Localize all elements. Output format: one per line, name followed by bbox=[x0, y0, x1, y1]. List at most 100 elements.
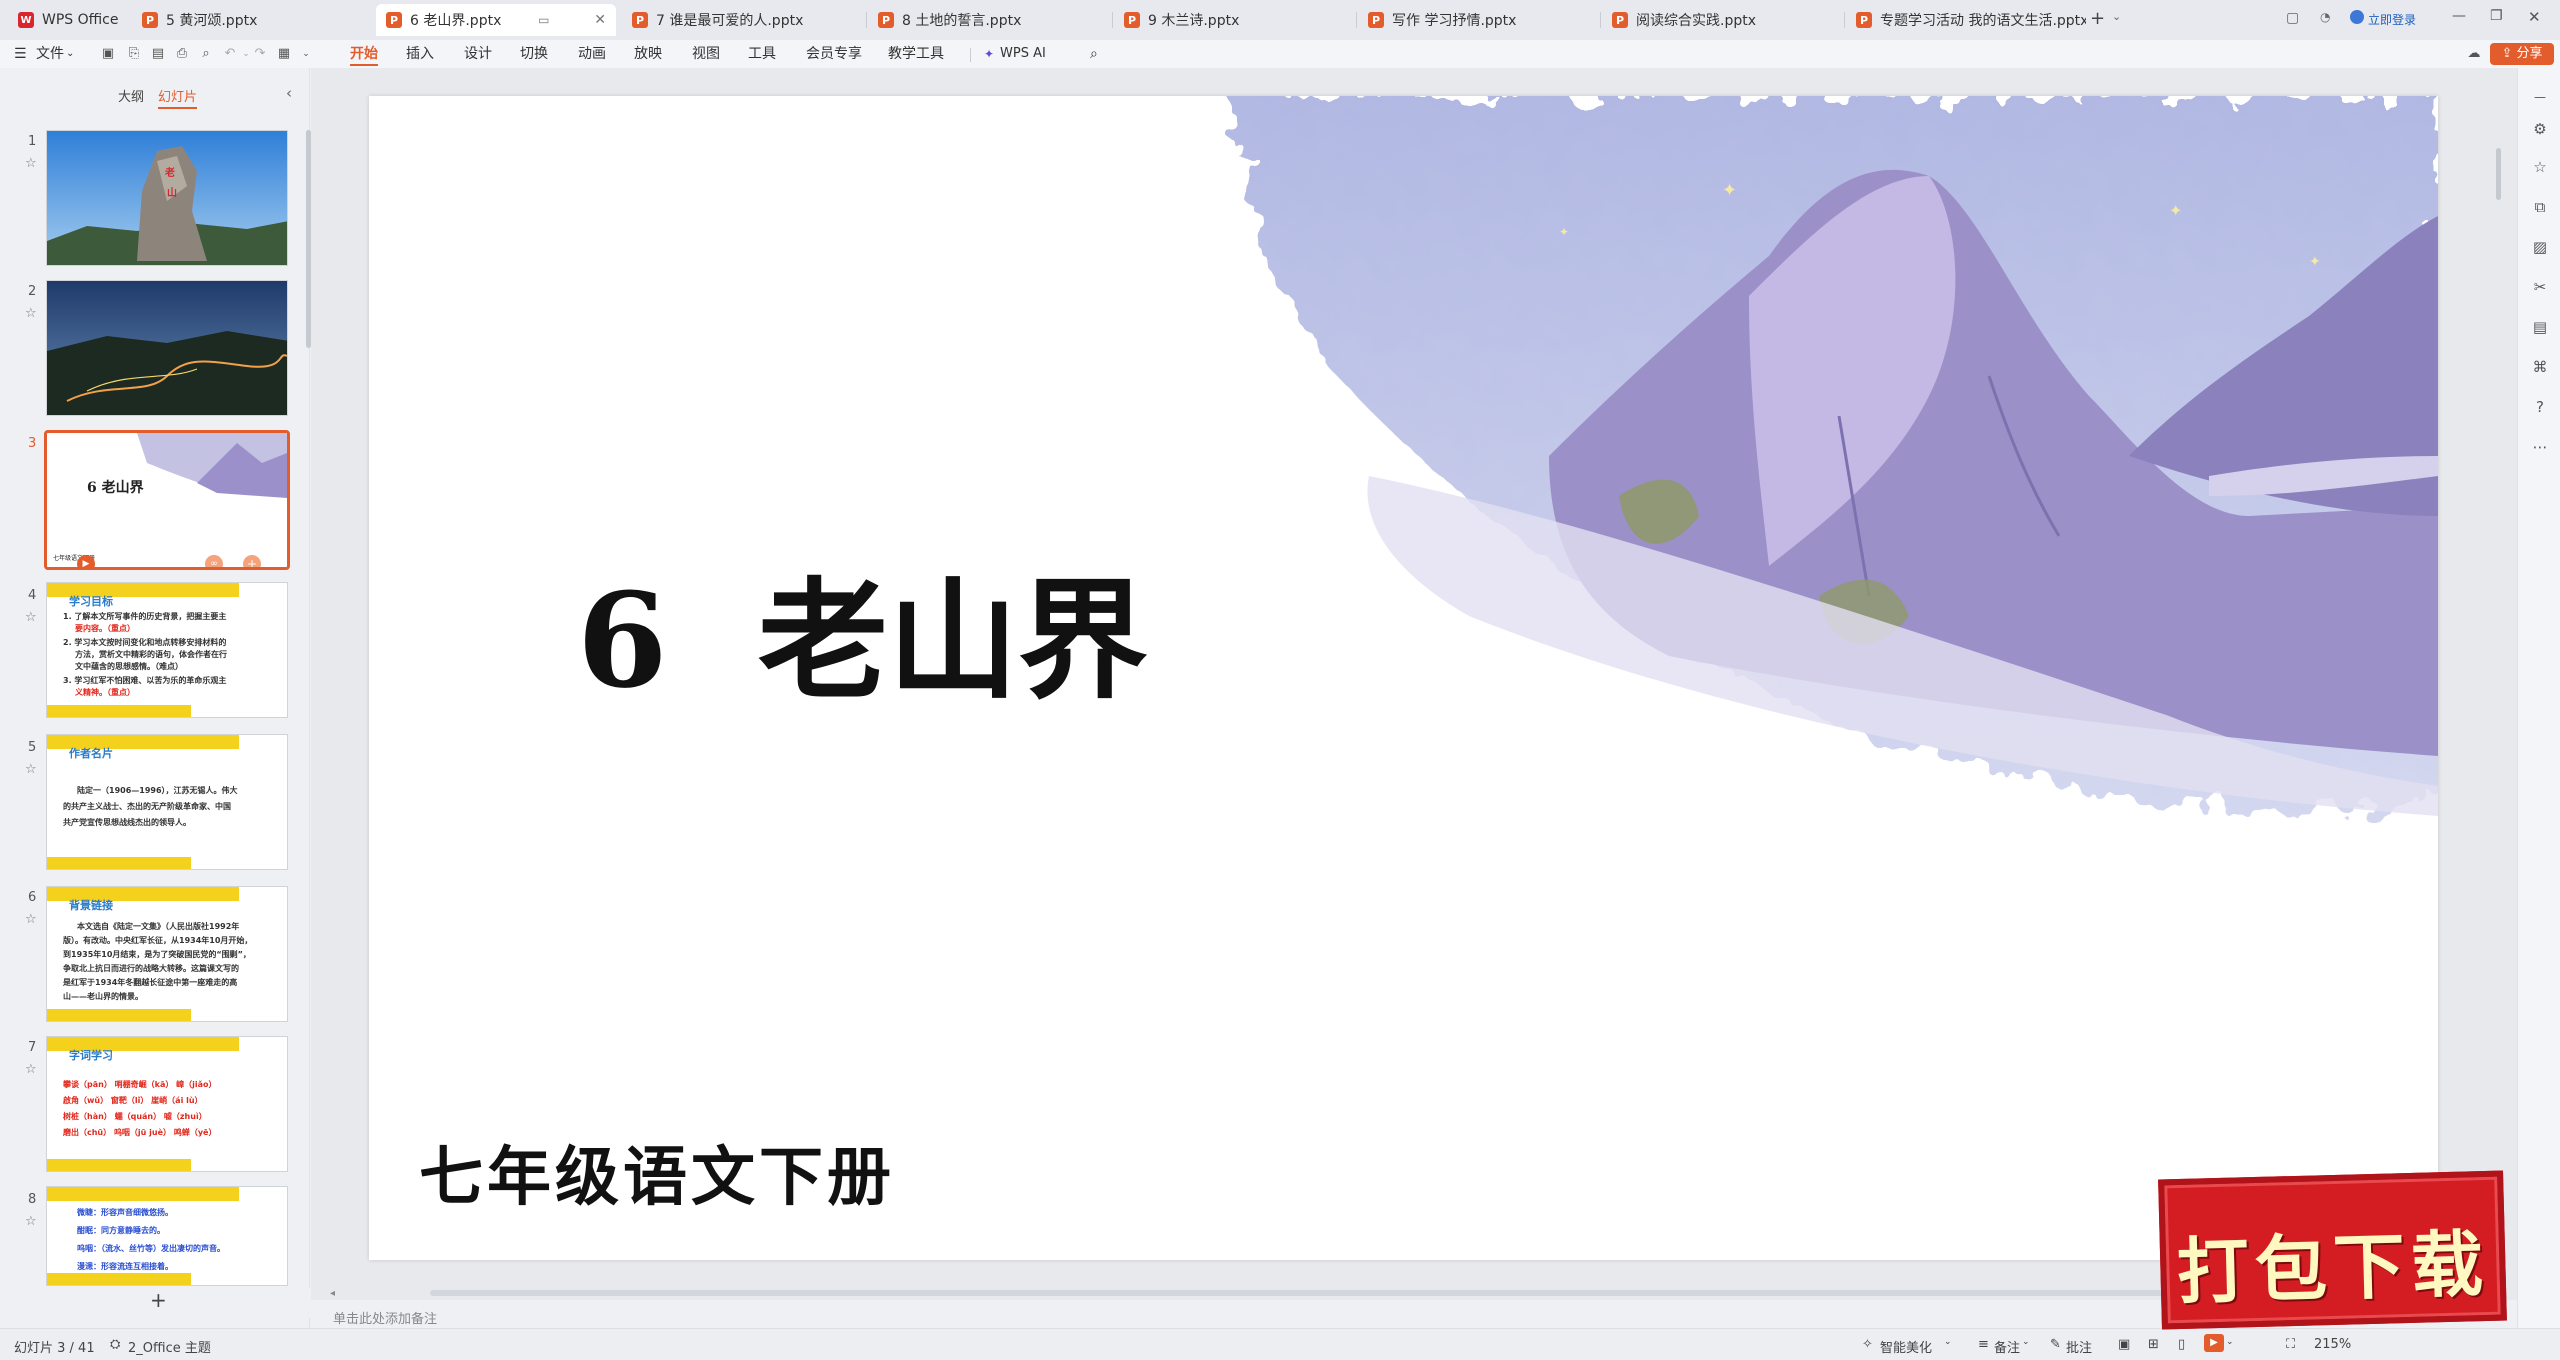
slideshow-chevron-icon[interactable]: ⌄ bbox=[2226, 1337, 2234, 1347]
notes-placeholder[interactable]: 单击此处添加备注 bbox=[333, 1308, 437, 1327]
file-menu[interactable]: 文件 bbox=[36, 40, 64, 68]
format-icon[interactable]: ⌘ bbox=[2531, 358, 2549, 376]
tab-document[interactable]: P 5 黄河颂.pptx bbox=[132, 4, 372, 36]
wps-ai-button[interactable]: WPS AI bbox=[1000, 40, 1046, 68]
tab-slides[interactable]: 幻灯片 bbox=[158, 86, 198, 109]
star-icon[interactable]: ☆ bbox=[25, 1062, 37, 1077]
tab-design[interactable]: 设计 bbox=[464, 40, 492, 68]
zoom-level[interactable]: 215% bbox=[2314, 1337, 2351, 1352]
canvas-horizontal-scrollbar[interactable] bbox=[430, 1290, 2230, 1296]
tab-insert[interactable]: 插入 bbox=[406, 40, 434, 68]
favorite-icon[interactable]: ☆ bbox=[2531, 158, 2549, 176]
user-avatar-icon[interactable] bbox=[2350, 10, 2364, 24]
undo-icon[interactable]: ↶ bbox=[222, 46, 238, 62]
window-mode-icon[interactable]: ▢ bbox=[2286, 10, 2299, 26]
canvas-vertical-scrollbar[interactable] bbox=[2496, 148, 2501, 200]
tab-document[interactable]: P 9 木兰诗.pptx bbox=[1114, 4, 1354, 36]
restore-icon[interactable]: ❐ bbox=[2490, 8, 2503, 24]
tab-member[interactable]: 会员专享 bbox=[806, 40, 862, 68]
tab-document[interactable]: P 8 土地的誓言.pptx bbox=[868, 4, 1108, 36]
slide-thumbnail-8[interactable]: 微睫：形容声音细微悠扬。 酣眠：同方意静睡去的。 呜咽：（流水、丝竹等）发出凄切… bbox=[46, 1186, 288, 1286]
notes-button[interactable]: 备注 bbox=[1994, 1337, 2020, 1356]
new-tab-icon[interactable]: + bbox=[2090, 8, 2105, 29]
fit-window-icon[interactable]: ⛶ bbox=[2286, 1337, 2295, 1352]
tab-document[interactable]: P 专题学习活动 我的语文生活.pptx bbox=[1846, 4, 2086, 36]
tab-tools[interactable]: 工具 bbox=[748, 40, 776, 68]
add-slide-button[interactable]: + bbox=[150, 1288, 167, 1312]
ppt-file-icon: P bbox=[1368, 12, 1384, 28]
grid-view-icon[interactable]: ⊞ bbox=[2148, 1337, 2159, 1352]
copy-icon[interactable]: ⧉ bbox=[2531, 198, 2549, 216]
tab-outline[interactable]: 大纲 bbox=[118, 86, 144, 105]
properties-icon[interactable]: ⚙ bbox=[2531, 120, 2549, 138]
slideshow-play-icon[interactable]: ▶ bbox=[2204, 1334, 2224, 1352]
play-icon[interactable]: ▶ bbox=[77, 555, 95, 567]
slide-thumbnail-6[interactable]: 背景链接 本文选自《陆定一文集》（人民出版社1992年 版）。有改动。中央红军长… bbox=[46, 886, 288, 1022]
reading-view-icon[interactable]: ▯ bbox=[2178, 1337, 2185, 1352]
export-icon[interactable]: ▤ bbox=[150, 46, 166, 62]
tab-transitions[interactable]: 切换 bbox=[520, 40, 548, 68]
slide-thumbnail-1[interactable]: 老 山 bbox=[46, 130, 288, 266]
star-icon[interactable]: ☆ bbox=[25, 762, 37, 777]
normal-view-icon[interactable]: ▣ bbox=[2118, 1337, 2130, 1352]
tab-document[interactable]: P 写作 学习抒情.pptx bbox=[1358, 4, 1598, 36]
notes-chevron-icon[interactable]: ⌄ bbox=[2022, 1337, 2030, 1347]
star-icon[interactable]: ☆ bbox=[25, 610, 37, 625]
minimize-icon[interactable]: — bbox=[2452, 8, 2466, 24]
search-icon[interactable]: ⌕ bbox=[1090, 40, 1098, 68]
slide-editor[interactable]: ✦ ✦ ✦ ✦ 6 老山界 七年级语文下册 bbox=[369, 96, 2438, 1260]
print-icon[interactable]: ⎙ bbox=[174, 46, 190, 62]
add-slide-icon[interactable]: + bbox=[243, 555, 261, 567]
theme-name[interactable]: 2_Office 主题 bbox=[128, 1337, 211, 1356]
cloud-icon[interactable]: ☁ bbox=[2466, 46, 2482, 62]
tab-animations[interactable]: 动画 bbox=[578, 40, 606, 68]
tab-document[interactable]: P 7 谁是最可爱的人.pptx bbox=[622, 4, 862, 36]
scroll-left-arrow-icon[interactable]: ◂ bbox=[330, 1288, 335, 1299]
slide-thumbnail-2[interactable] bbox=[46, 280, 288, 416]
share-button[interactable]: ⇪ 分享 bbox=[2490, 43, 2554, 65]
close-window-icon[interactable]: ✕ bbox=[2528, 8, 2541, 26]
tab-document-active[interactable]: P 6 老山界.pptx ▭ ✕ bbox=[376, 4, 616, 36]
smart-beautify-button[interactable]: 智能美化 bbox=[1880, 1337, 1932, 1356]
login-link[interactable]: 立即登录 bbox=[2368, 11, 2416, 28]
file-chevron-icon[interactable]: ⌄ bbox=[66, 40, 74, 68]
slide-thumbnail-5[interactable]: 作者名片 陆定一（1906—1996），江苏无锡人。伟大 的共产主义战士、杰出的… bbox=[46, 734, 288, 870]
star-icon[interactable]: ☆ bbox=[25, 156, 37, 171]
tab-slideshow[interactable]: 放映 bbox=[634, 40, 662, 68]
format-painter-icon[interactable]: ▦ bbox=[276, 46, 292, 62]
tab-list-chevron-icon[interactable]: ⌄ bbox=[2112, 10, 2121, 23]
collapse-icon[interactable]: — bbox=[2531, 88, 2549, 106]
slide-thumbnail-7[interactable]: 字词学习 攀谈（pān） 哨棚奇崛（kā） 嶂（jiǎo） 啟角（wǔ） 窗靶（… bbox=[46, 1036, 288, 1172]
window-icon[interactable]: ▭ bbox=[538, 13, 549, 27]
slide-subtitle[interactable]: 七年级语文下册 bbox=[419, 1126, 895, 1218]
star-icon[interactable]: ☆ bbox=[25, 1214, 37, 1229]
slide-title[interactable]: 6 老山界 bbox=[577, 536, 1148, 724]
tab-view[interactable]: 视图 bbox=[692, 40, 720, 68]
layers-icon[interactable]: ▨ bbox=[2531, 238, 2549, 256]
save-icon[interactable]: ▣ bbox=[100, 46, 116, 62]
slide-thumbnail-3[interactable]: 6 老山界 七年级语文下册 ▶ ∞ + bbox=[44, 430, 290, 570]
tab-document[interactable]: P 阅读综合实践.pptx bbox=[1602, 4, 1842, 36]
slide-thumbnail-4[interactable]: 学习目标 1. 了解本文所写事件的历史背景，把握主要主 要内容。（重点） 2. … bbox=[46, 582, 288, 718]
tab-start[interactable]: 开始 bbox=[350, 40, 378, 68]
menu-icon[interactable]: ☰ bbox=[14, 40, 27, 68]
tab-wps-home[interactable]: W WPS Office bbox=[8, 4, 126, 36]
tab-teaching-tools[interactable]: 教学工具 bbox=[888, 40, 944, 68]
star-icon[interactable]: ☆ bbox=[25, 912, 37, 927]
comments-button[interactable]: 批注 bbox=[2066, 1337, 2092, 1356]
help-icon[interactable]: ? bbox=[2531, 398, 2549, 416]
skin-icon[interactable]: ◔ bbox=[2320, 10, 2330, 24]
star-icon[interactable]: ☆ bbox=[25, 306, 37, 321]
collapse-panel-icon[interactable]: ‹ bbox=[286, 84, 292, 102]
link-icon[interactable]: ∞ bbox=[205, 555, 223, 567]
print-preview-icon[interactable]: ⌕ bbox=[198, 46, 214, 62]
close-tab-icon[interactable]: ✕ bbox=[586, 12, 606, 28]
more-icon[interactable]: ⋯ bbox=[2531, 438, 2549, 456]
tools-icon[interactable]: ✂ bbox=[2531, 278, 2549, 296]
redo-icon[interactable]: ↷ bbox=[252, 46, 268, 62]
template-icon[interactable]: ⎘ bbox=[126, 46, 142, 62]
more-chevron-icon[interactable]: ⌄ bbox=[298, 46, 314, 62]
book-icon[interactable]: ▤ bbox=[2531, 318, 2549, 336]
download-stamp[interactable]: 打包下载 bbox=[2158, 1170, 2507, 1330]
beautify-chevron-icon[interactable]: ⌄ bbox=[1944, 1337, 1952, 1347]
